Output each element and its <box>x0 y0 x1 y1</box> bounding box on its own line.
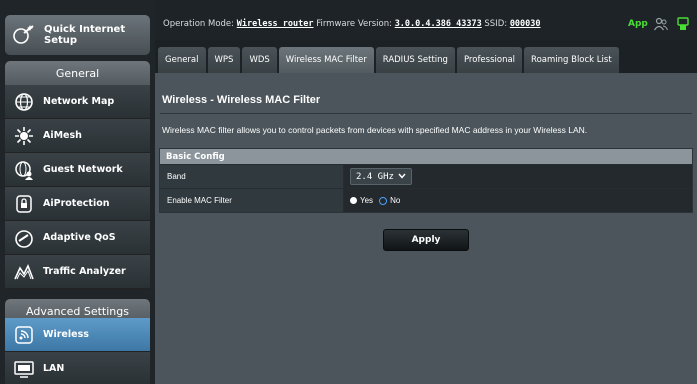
main-panel: Wireless - Wireless MAC Filter Wireless … <box>155 73 697 384</box>
tab-general[interactable]: General <box>158 47 206 73</box>
sidebar-item-aiprotection[interactable]: AiProtection <box>5 187 150 221</box>
band-value-cell: 2.4 GHz <box>344 165 692 188</box>
tab-radius-setting[interactable]: RADIUS Setting <box>375 47 455 73</box>
firmware-version-link[interactable]: 3.0.0.4.386_43373 <box>395 19 482 29</box>
globe-icon <box>13 91 35 113</box>
sidebar-item-label: Adaptive QoS <box>43 232 116 243</box>
wifi-icon <box>13 324 35 346</box>
radio-selected-icon <box>350 197 357 204</box>
sidebar-item-aimesh[interactable]: AiMesh <box>5 119 150 153</box>
general-section-header: General <box>5 61 150 85</box>
monitor-icon <box>13 358 35 380</box>
ssid-label: SSID: <box>484 19 508 29</box>
quick-internet-setup-label: Quick Internet Setup <box>44 24 126 46</box>
firmware-label: Firmware Version: <box>316 19 392 29</box>
usb-device-icon[interactable] <box>676 16 690 30</box>
no-label: No <box>390 196 401 205</box>
top-bar: Operation Mode: Wireless router Firmware… <box>155 0 697 40</box>
advanced-menu: Wireless LAN <box>5 318 150 384</box>
radio-unselected-icon <box>379 196 388 205</box>
quick-internet-setup-button[interactable]: Quick Internet Setup <box>5 15 150 55</box>
lock-icon <box>13 193 35 215</box>
sidebar-item-label: Traffic Analyzer <box>43 266 126 277</box>
traffic-icon <box>13 261 35 283</box>
users-icon[interactable] <box>653 16 668 31</box>
tab-wds[interactable]: WDS <box>242 47 277 73</box>
sidebar-item-label: AiMesh <box>43 130 82 141</box>
chevron-down-icon <box>398 172 406 182</box>
enable-mac-filter-row: Enable MAC Filter Yes No <box>160 188 692 212</box>
tab-wps[interactable]: WPS <box>207 47 241 73</box>
basic-config-table: Basic Config Band 2.4 GHz Enable MAC Fil… <box>159 148 693 213</box>
yes-label: Yes <box>360 196 374 205</box>
wand-icon <box>12 23 36 47</box>
sidebar-item-lan[interactable]: LAN <box>5 352 150 384</box>
mac-filter-no-radio[interactable]: No <box>379 196 400 205</box>
guest-globe-icon <box>13 159 35 181</box>
operation-mode-link[interactable]: Wireless router <box>237 19 314 29</box>
band-select[interactable]: 2.4 GHz <box>350 168 412 185</box>
tab-roaming-block-list[interactable]: Roaming Block List <box>524 47 619 73</box>
sidebar: Quick Internet Setup General Network Map… <box>0 0 155 384</box>
mesh-icon <box>13 125 35 147</box>
band-label: Band <box>160 165 344 188</box>
apply-button[interactable]: Apply <box>383 229 469 251</box>
enable-mac-filter-label: Enable MAC Filter <box>160 189 344 212</box>
speedometer-icon <box>13 227 35 249</box>
sidebar-item-guest-network[interactable]: Guest Network <box>5 153 150 187</box>
enable-mac-filter-value-cell: Yes No <box>344 189 692 212</box>
page-title: Wireless - Wireless MAC Filter <box>162 94 321 106</box>
tab-professional[interactable]: Professional <box>456 47 523 73</box>
basic-config-header: Basic Config <box>160 149 692 164</box>
app-link[interactable]: App <box>628 19 648 29</box>
tab-wireless-mac-filter[interactable]: Wireless MAC Filter <box>278 47 374 73</box>
sidebar-item-traffic-analyzer[interactable]: Traffic Analyzer <box>5 255 150 289</box>
title-divider <box>160 113 692 114</box>
band-selected-value: 2.4 GHz <box>356 171 394 182</box>
operation-mode-label: Operation Mode: <box>163 19 235 29</box>
ssid-link[interactable]: 000030 <box>510 19 541 29</box>
page-description: Wireless MAC filter allows you to contro… <box>162 125 588 135</box>
status-line: Operation Mode: Wireless router Firmware… <box>163 19 541 29</box>
sidebar-item-wireless[interactable]: Wireless <box>5 318 150 352</box>
band-row: Band 2.4 GHz <box>160 164 692 188</box>
sidebar-item-label: Network Map <box>43 96 115 107</box>
mac-filter-yes-radio[interactable]: Yes <box>350 196 373 205</box>
sidebar-item-label: LAN <box>43 363 65 374</box>
general-menu: Network Map AiMesh Guest Network AiProte… <box>5 85 150 289</box>
sidebar-item-label: Guest Network <box>43 164 123 175</box>
sidebar-item-label: Wireless <box>43 329 89 340</box>
sidebar-item-label: AiProtection <box>43 198 110 209</box>
tab-bar: General WPS WDS Wireless MAC Filter RADI… <box>155 47 619 73</box>
sidebar-item-adaptive-qos[interactable]: Adaptive QoS <box>5 221 150 255</box>
sidebar-item-network-map[interactable]: Network Map <box>5 85 150 119</box>
